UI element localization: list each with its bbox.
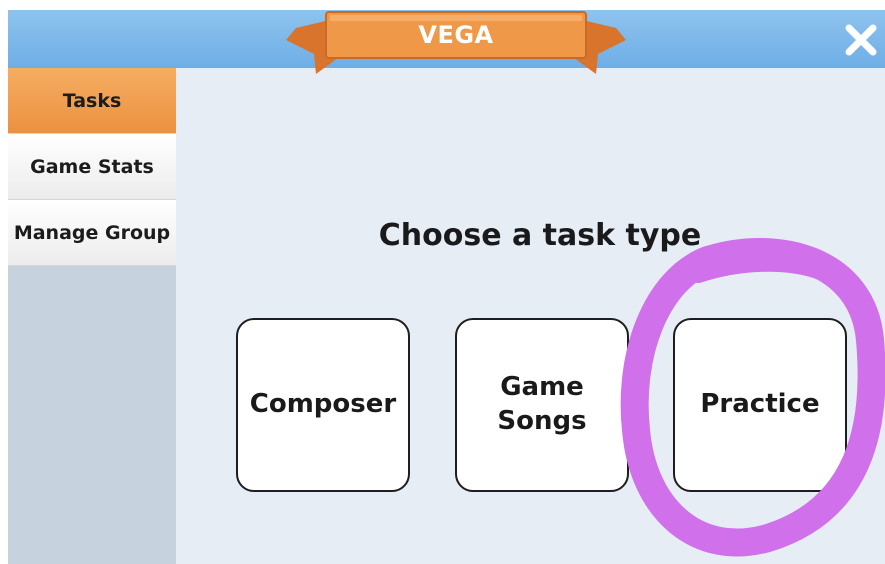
close-button[interactable]: [841, 20, 881, 60]
composer-button[interactable]: Composer: [236, 318, 410, 492]
sidebar: Tasks Game Stats Manage Group: [8, 68, 176, 564]
app-window: VEGA Tasks Game Stats Manage Group Choos…: [8, 10, 885, 564]
sidebar-item-game-stats[interactable]: Game Stats: [8, 134, 176, 200]
sidebar-item-tasks[interactable]: Tasks: [8, 68, 176, 134]
close-icon: [845, 24, 877, 56]
sidebar-item-manage-group[interactable]: Manage Group: [8, 200, 176, 266]
app-title: VEGA: [418, 21, 494, 49]
title-banner: VEGA: [286, 10, 626, 76]
page-title: Choose a task type: [378, 218, 702, 253]
practice-button[interactable]: Practice: [673, 318, 847, 492]
game-songs-button[interactable]: Game Songs: [455, 318, 629, 492]
main-panel: Choose a task type Composer Game Songs P…: [176, 68, 885, 564]
